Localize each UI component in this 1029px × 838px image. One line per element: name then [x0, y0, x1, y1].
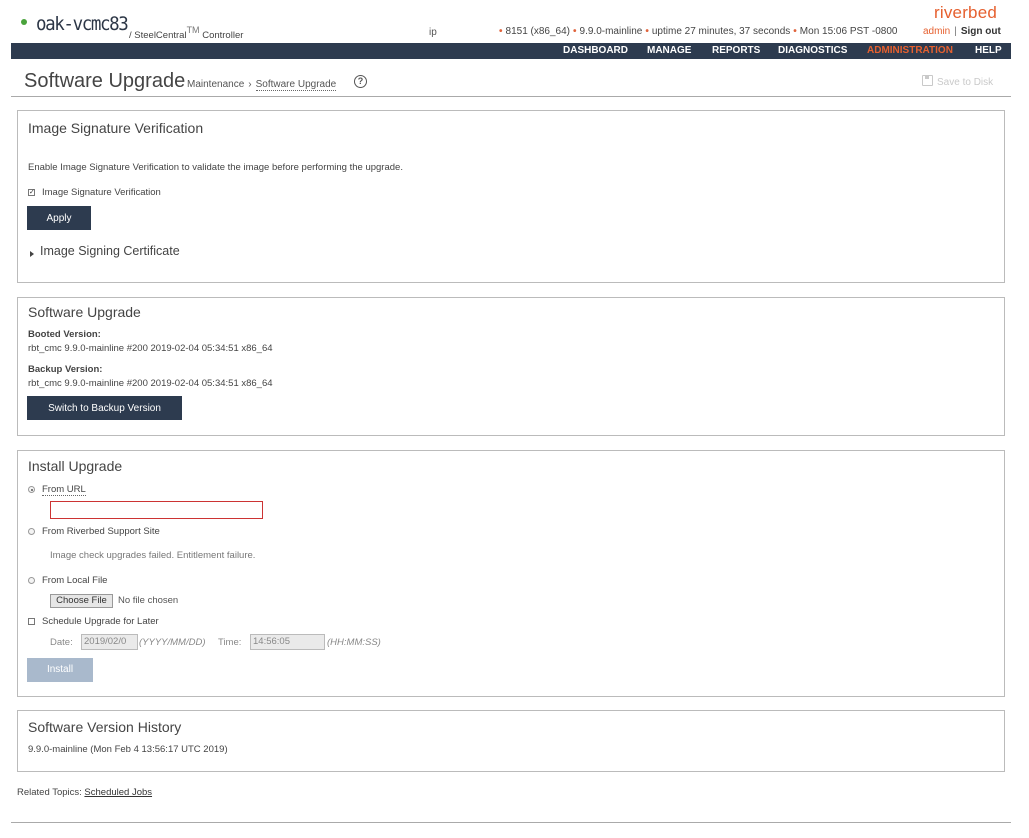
date-label: Date:: [50, 637, 73, 648]
no-file-chosen-label: No file chosen: [118, 595, 179, 606]
scheduled-jobs-link[interactable]: Scheduled Jobs: [84, 787, 152, 798]
nav-dashboard[interactable]: DASHBOARD: [563, 45, 628, 56]
version-history-panel: Software Version History 9.9.0-mainline …: [17, 710, 1005, 772]
datetime: Mon 15:06 PST -0800: [799, 26, 898, 37]
divider: [11, 822, 1011, 823]
backup-version-value: rbt_cmc 9.9.0-mainline #200 2019-02-04 0…: [28, 378, 273, 389]
version: 9.9.0-mainline: [579, 26, 643, 37]
help-icon[interactable]: ?: [354, 75, 367, 88]
related-topics: Related Topics: Scheduled Jobs: [17, 787, 152, 798]
breadcrumb-current[interactable]: Software Upgrade: [255, 79, 337, 91]
panel-title: Image Signature Verification: [28, 120, 204, 136]
description: Enable Image Signature Verification to v…: [28, 162, 403, 173]
bullet-icon: •: [499, 26, 503, 37]
nav-manage[interactable]: MANAGE: [647, 45, 691, 56]
divider: [11, 96, 1011, 97]
panel-title: Install Upgrade: [28, 458, 123, 474]
time-label: Time:: [218, 637, 242, 648]
user-separator: |: [954, 26, 957, 37]
panel-title: Software Upgrade: [28, 304, 141, 320]
apply-button[interactable]: Apply: [27, 206, 91, 230]
nav-reports[interactable]: REPORTS: [712, 45, 760, 56]
nav-diagnostics[interactable]: DIAGNOSTICS: [778, 45, 847, 56]
from-url-radio[interactable]: [28, 486, 35, 493]
schedule-upgrade-label: Schedule Upgrade for Later: [42, 616, 159, 627]
bullet-icon: •: [645, 26, 649, 37]
nav-help[interactable]: HELP: [975, 45, 1002, 56]
image-signing-certificate-toggle[interactable]: Image Signing Certificate: [40, 244, 180, 258]
nav-administration[interactable]: ADMINISTRATION: [867, 45, 953, 56]
product-suffix: Controller: [202, 30, 244, 41]
install-button[interactable]: Install: [27, 658, 93, 682]
sig-verification-checkbox[interactable]: ✓: [28, 189, 35, 196]
support-site-message: Image check upgrades failed. Entitlement…: [50, 550, 256, 561]
breadcrumb: Maintenance › Software Upgrade: [187, 79, 337, 91]
system-info: • 8151 (x86_64) • 9.9.0-mainline • uptime 27 …: [496, 26, 897, 37]
history-entry: 9.9.0-mainline (Mon Feb 4 13:56:17 UTC 2…: [28, 744, 228, 755]
from-local-file-label: From Local File: [42, 575, 108, 586]
url-input[interactable]: [50, 501, 263, 519]
expand-triangle-icon[interactable]: [30, 251, 34, 257]
software-upgrade-panel: Software Upgrade Booted Version: rbt_cmc…: [17, 297, 1005, 436]
hostname: oak-vcmc83: [36, 13, 129, 35]
product-label: / SteelCentral: [129, 30, 187, 41]
user-link[interactable]: admin: [923, 26, 950, 37]
model: 8151 (x86_64): [505, 26, 571, 37]
time-format-hint: (HH:MM:SS): [327, 637, 381, 648]
switch-to-backup-button[interactable]: Switch to Backup Version: [27, 396, 182, 420]
disk-icon: [922, 75, 933, 86]
date-input[interactable]: 2019/02/0: [81, 634, 138, 650]
image-signature-panel: Image Signature Verification Enable Imag…: [17, 110, 1005, 283]
booted-version-label: Booted Version:: [28, 329, 101, 340]
breadcrumb-separator: ›: [248, 79, 252, 90]
related-topics-label: Related Topics:: [17, 787, 82, 798]
trademark: TM: [186, 25, 200, 35]
ip-label: ip: [429, 27, 437, 38]
from-support-site-label: From Riverbed Support Site: [42, 526, 160, 537]
date-format-hint: (YYYY/MM/DD): [139, 637, 206, 648]
backup-version-label: Backup Version:: [28, 364, 103, 375]
bullet-icon: •: [573, 26, 577, 37]
sign-out-link[interactable]: Sign out: [961, 26, 1001, 37]
from-local-file-radio[interactable]: [28, 577, 35, 584]
save-to-disk-button: Save to Disk: [922, 75, 993, 88]
from-support-site-radio[interactable]: [28, 528, 35, 535]
checkbox-label: Image Signature Verification: [42, 187, 161, 198]
brand-logo: riverbed: [934, 3, 998, 22]
panel-title: Software Version History: [28, 719, 182, 735]
main-nav: DASHBOARD MANAGE REPORTS DIAGNOSTICS ADM…: [11, 43, 1011, 59]
install-upgrade-panel: Install Upgrade From URL From Riverbed S…: [17, 450, 1005, 697]
status-dot: [21, 19, 27, 25]
user-area: admin | Sign out: [923, 26, 1001, 37]
booted-version-value: rbt_cmc 9.9.0-mainline #200 2019-02-04 0…: [28, 343, 273, 354]
choose-file-button[interactable]: Choose File: [50, 594, 113, 608]
schedule-upgrade-checkbox[interactable]: [28, 618, 35, 625]
product-name: / SteelCentralTM Controller: [129, 25, 243, 41]
save-to-disk-label: Save to Disk: [937, 77, 994, 88]
page-title: Software Upgrade: [24, 70, 186, 92]
bullet-icon: •: [793, 26, 797, 37]
breadcrumb-parent[interactable]: Maintenance: [187, 79, 244, 90]
time-input[interactable]: 14:56:05: [250, 634, 325, 650]
uptime: uptime 27 minutes, 37 seconds: [651, 26, 791, 37]
from-url-label: From URL: [42, 484, 86, 496]
